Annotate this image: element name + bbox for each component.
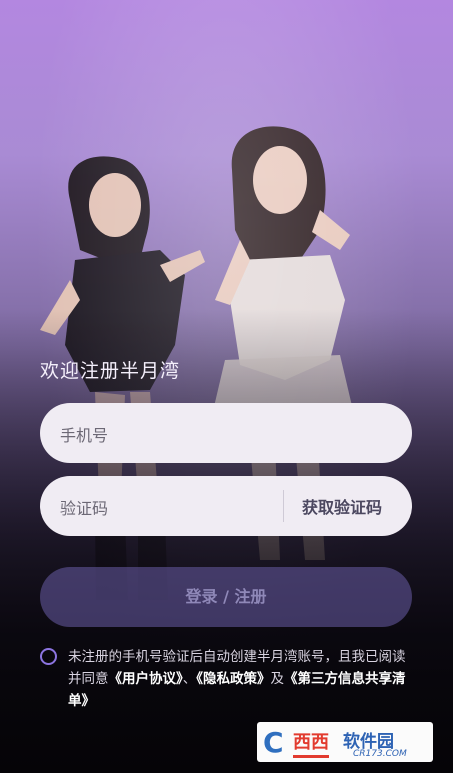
privacy-policy-link[interactable]: 《隐私政策》 xyxy=(196,671,270,687)
welcome-title: 欢迎注册半月湾 xyxy=(40,360,181,382)
user-agreement-link[interactable]: 《用户协议》 xyxy=(109,671,183,687)
code-placeholder: 验证码 xyxy=(60,499,109,518)
agreement-and: 及 xyxy=(270,671,285,687)
watermark-mark: 西西 xyxy=(293,728,329,758)
watermark-logo: C 西西 软件园 CR173.COM xyxy=(257,722,433,762)
get-code-button[interactable]: 获取验证码 xyxy=(302,494,382,518)
watermark-letter: C xyxy=(263,726,284,759)
phone-placeholder: 手机号 xyxy=(60,426,109,445)
verification-code-field[interactable]: 验证码 获取验证码 xyxy=(40,476,412,536)
agreement-separator: 、 xyxy=(182,671,197,687)
agreement-radio[interactable] xyxy=(40,648,57,665)
watermark-site: CR173.COM xyxy=(353,749,407,759)
agreement-text: 未注册的手机号验证后自动创建半月湾账号，且我已阅读并同意《用户协议》、《隐私政策… xyxy=(68,646,408,712)
phone-field[interactable]: 手机号 xyxy=(40,403,412,463)
field-divider xyxy=(283,490,284,522)
login-register-button[interactable]: 登录 / 注册 xyxy=(40,567,412,627)
